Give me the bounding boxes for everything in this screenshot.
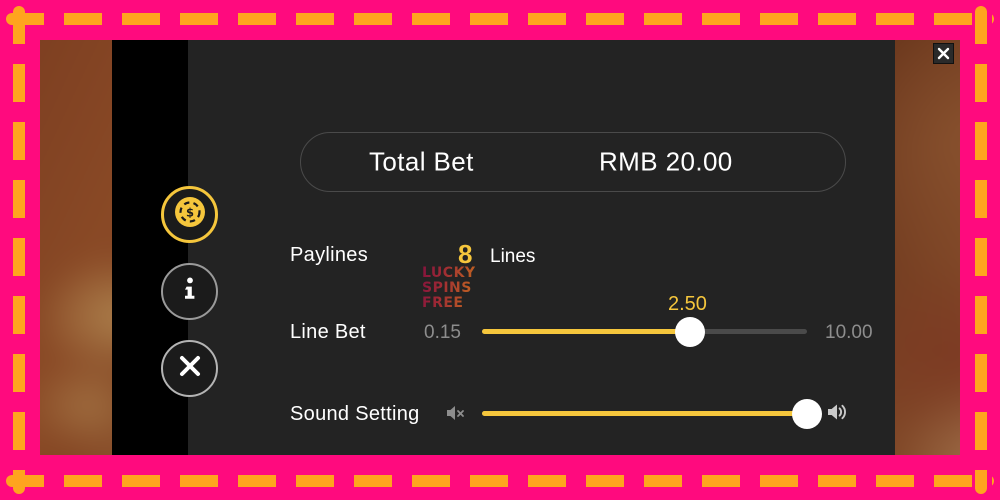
sidebar-item-close-dialog[interactable] — [161, 340, 218, 397]
speaker-mute-icon[interactable] — [444, 402, 470, 429]
game-stage: $ Total Bet RMB 20.00 Paylines 8 Lines L… — [40, 40, 960, 455]
paylines-unit: Lines — [490, 246, 536, 267]
dashed-border-left — [13, 6, 25, 494]
total-bet-pill: Total Bet RMB 20.00 — [300, 132, 846, 192]
info-icon — [173, 272, 207, 311]
sidebar-item-game-info[interactable] — [161, 263, 218, 320]
dashed-border-top — [6, 13, 994, 25]
close-icon — [937, 47, 950, 60]
line-bet-max-value: 10.00 — [825, 322, 873, 343]
casino-chip-icon: $ — [172, 194, 208, 235]
total-bet-value: RMB 20.00 — [599, 146, 733, 177]
line-bet-current-value: 2.50 — [668, 293, 707, 315]
dashed-border-bottom — [6, 475, 994, 487]
watermark-line-3: FREE — [422, 295, 464, 311]
speaker-on-icon[interactable] — [826, 400, 852, 429]
svg-text:$: $ — [185, 206, 193, 220]
watermark-line-1: LUCKY — [422, 265, 476, 281]
sound-slider-fill — [482, 411, 807, 416]
line-bet-label: Line Bet — [290, 321, 366, 343]
window-close-button[interactable] — [933, 43, 954, 64]
screenshot-root: $ Total Bet RMB 20.00 Paylines 8 Lines L… — [0, 0, 1000, 500]
sound-setting-label: Sound Setting — [290, 403, 420, 425]
dashed-border-right — [975, 6, 987, 494]
rail-notch-top — [112, 40, 170, 128]
line-bet-slider-fill — [482, 329, 690, 334]
line-bet-min-value: 0.15 — [424, 322, 461, 343]
paylines-label: Paylines — [290, 244, 368, 266]
sound-slider-thumb[interactable] — [792, 399, 822, 429]
watermark-line-2: SPINS — [422, 280, 472, 296]
lucky-spins-free-watermark: LUCKY SPINS FREE — [422, 266, 476, 311]
sidebar-item-bet-settings[interactable]: $ — [161, 186, 218, 243]
close-icon — [175, 351, 205, 386]
line-bet-slider-thumb[interactable] — [675, 317, 705, 347]
total-bet-label: Total Bet — [369, 146, 474, 177]
